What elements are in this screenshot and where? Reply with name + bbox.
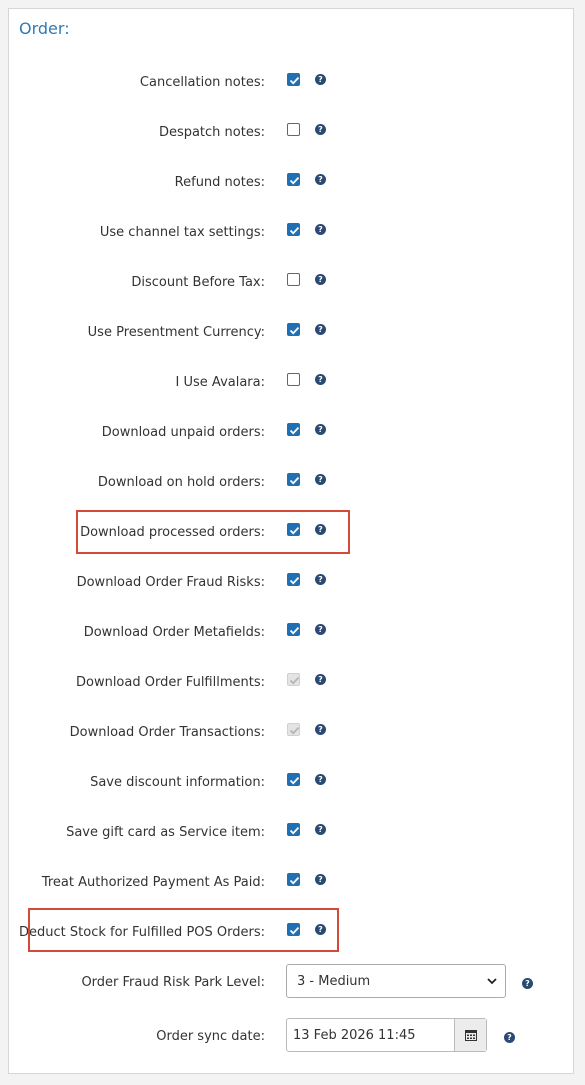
question-circle-icon[interactable]: ? xyxy=(315,224,326,235)
setting-label: Download on hold orders: xyxy=(97,475,265,490)
question-circle-icon[interactable]: ? xyxy=(315,824,326,835)
fraud-risk-label: Order Fraud Risk Park Level: xyxy=(81,975,265,990)
setting-label: Use Presentment Currency: xyxy=(87,325,265,340)
checkbox-treat-authorized-payment-as-paid[interactable] xyxy=(287,873,300,886)
sync-date-label: Order sync date: xyxy=(156,1029,265,1044)
question-circle-icon[interactable]: ? xyxy=(315,774,326,785)
checkbox-save-gift-card-as-service-item[interactable] xyxy=(287,823,300,836)
question-circle-icon[interactable]: ? xyxy=(315,124,326,135)
question-circle-icon[interactable]: ? xyxy=(315,74,326,85)
sync-date-value: 13 Feb 2026 11:45 xyxy=(293,1028,416,1043)
setting-row-save-gift-card-as-service-item: Save gift card as Service item:? xyxy=(9,822,573,846)
setting-label: Download Order Fraud Risks: xyxy=(76,575,265,590)
setting-label: Despatch notes: xyxy=(158,125,265,140)
question-circle-icon[interactable]: ? xyxy=(315,874,326,885)
setting-row-refund-notes: Refund notes:? xyxy=(9,172,573,196)
checkbox-save-discount-information[interactable] xyxy=(287,773,300,786)
question-circle-icon[interactable]: ? xyxy=(315,324,326,335)
highlight-deduct-stock-pos xyxy=(28,908,339,952)
setting-label: Download Order Metafields: xyxy=(83,625,265,640)
checkbox-download-on-hold-orders[interactable] xyxy=(287,473,300,486)
setting-row-download-order-fulfillments: Download Order Fulfillments:? xyxy=(9,672,573,696)
checkbox-download-order-transactions xyxy=(287,723,300,736)
setting-label: Refund notes: xyxy=(174,175,265,190)
checkbox-refund-notes[interactable] xyxy=(287,173,300,186)
setting-label: Treat Authorized Payment As Paid: xyxy=(41,875,265,890)
setting-row-discount-before-tax: Discount Before Tax:? xyxy=(9,272,573,296)
setting-row-use-presentment-currency: Use Presentment Currency:? xyxy=(9,322,573,346)
setting-row-save-discount-information: Save discount information:? xyxy=(9,772,573,796)
checkbox-despatch-notes[interactable] xyxy=(287,123,300,136)
setting-row-use-channel-tax-settings: Use channel tax settings:? xyxy=(9,222,573,246)
fraud-risk-value: 3 - Medium xyxy=(297,974,371,989)
question-circle-icon[interactable]: ? xyxy=(315,374,326,385)
setting-label: Use channel tax settings: xyxy=(99,225,265,240)
checkbox-download-order-fraud-risks[interactable] xyxy=(287,573,300,586)
setting-row-treat-authorized-payment-as-paid: Treat Authorized Payment As Paid:? xyxy=(9,872,573,896)
checkbox-discount-before-tax[interactable] xyxy=(287,273,300,286)
setting-label: Download Order Transactions: xyxy=(69,725,265,740)
question-circle-icon[interactable]: ? xyxy=(315,674,326,685)
setting-row-cancellation-notes: Cancellation notes:? xyxy=(9,72,573,96)
calendar-button[interactable] xyxy=(454,1019,486,1051)
checkbox-download-unpaid-orders[interactable] xyxy=(287,423,300,436)
setting-row-download-unpaid-orders: Download unpaid orders:? xyxy=(9,422,573,446)
checkbox-i-use-avalara[interactable] xyxy=(287,373,300,386)
setting-label: Save discount information: xyxy=(90,775,265,790)
checkbox-cancellation-notes[interactable] xyxy=(287,73,300,86)
fraud-risk-select[interactable]: 3 - Medium xyxy=(286,964,506,998)
question-circle-icon[interactable]: ? xyxy=(315,724,326,735)
setting-label: I Use Avalara: xyxy=(175,375,265,390)
setting-row-download-order-fraud-risks: Download Order Fraud Risks:? xyxy=(9,572,573,596)
question-circle-icon[interactable]: ? xyxy=(315,474,326,485)
setting-row-despatch-notes: Despatch notes:? xyxy=(9,122,573,146)
section-title: Order: xyxy=(19,19,70,38)
checkbox-download-order-metafields[interactable] xyxy=(287,623,300,636)
question-circle-icon[interactable]: ? xyxy=(315,174,326,185)
checkbox-use-channel-tax-settings[interactable] xyxy=(287,223,300,236)
setting-row-download-on-hold-orders: Download on hold orders:? xyxy=(9,472,573,496)
setting-label: Save gift card as Service item: xyxy=(66,825,265,840)
checkbox-download-order-fulfillments xyxy=(287,673,300,686)
setting-row-download-order-metafields: Download Order Metafields:? xyxy=(9,622,573,646)
question-circle-icon[interactable]: ? xyxy=(315,274,326,285)
checkbox-use-presentment-currency[interactable] xyxy=(287,323,300,336)
question-circle-icon[interactable]: ? xyxy=(315,624,326,635)
question-circle-icon[interactable]: ? xyxy=(315,424,326,435)
setting-label: Discount Before Tax: xyxy=(131,275,265,290)
order-settings-panel: Order: Cancellation notes:? Despatch note… xyxy=(8,8,574,1074)
setting-label: Cancellation notes: xyxy=(139,75,265,90)
highlight-download-processed-orders xyxy=(76,510,350,554)
chevron-down-icon xyxy=(485,972,499,994)
question-circle-icon[interactable]: ? xyxy=(504,1032,515,1043)
setting-label: Download Order Fulfillments: xyxy=(75,675,265,690)
setting-row-i-use-avalara: I Use Avalara:? xyxy=(9,372,573,396)
setting-row-download-order-transactions: Download Order Transactions:? xyxy=(9,722,573,746)
question-circle-icon[interactable]: ? xyxy=(315,574,326,585)
setting-label: Download unpaid orders: xyxy=(101,425,265,440)
question-circle-icon[interactable]: ? xyxy=(522,978,533,989)
sync-date-input[interactable]: 13 Feb 2026 11:45 xyxy=(286,1018,487,1052)
